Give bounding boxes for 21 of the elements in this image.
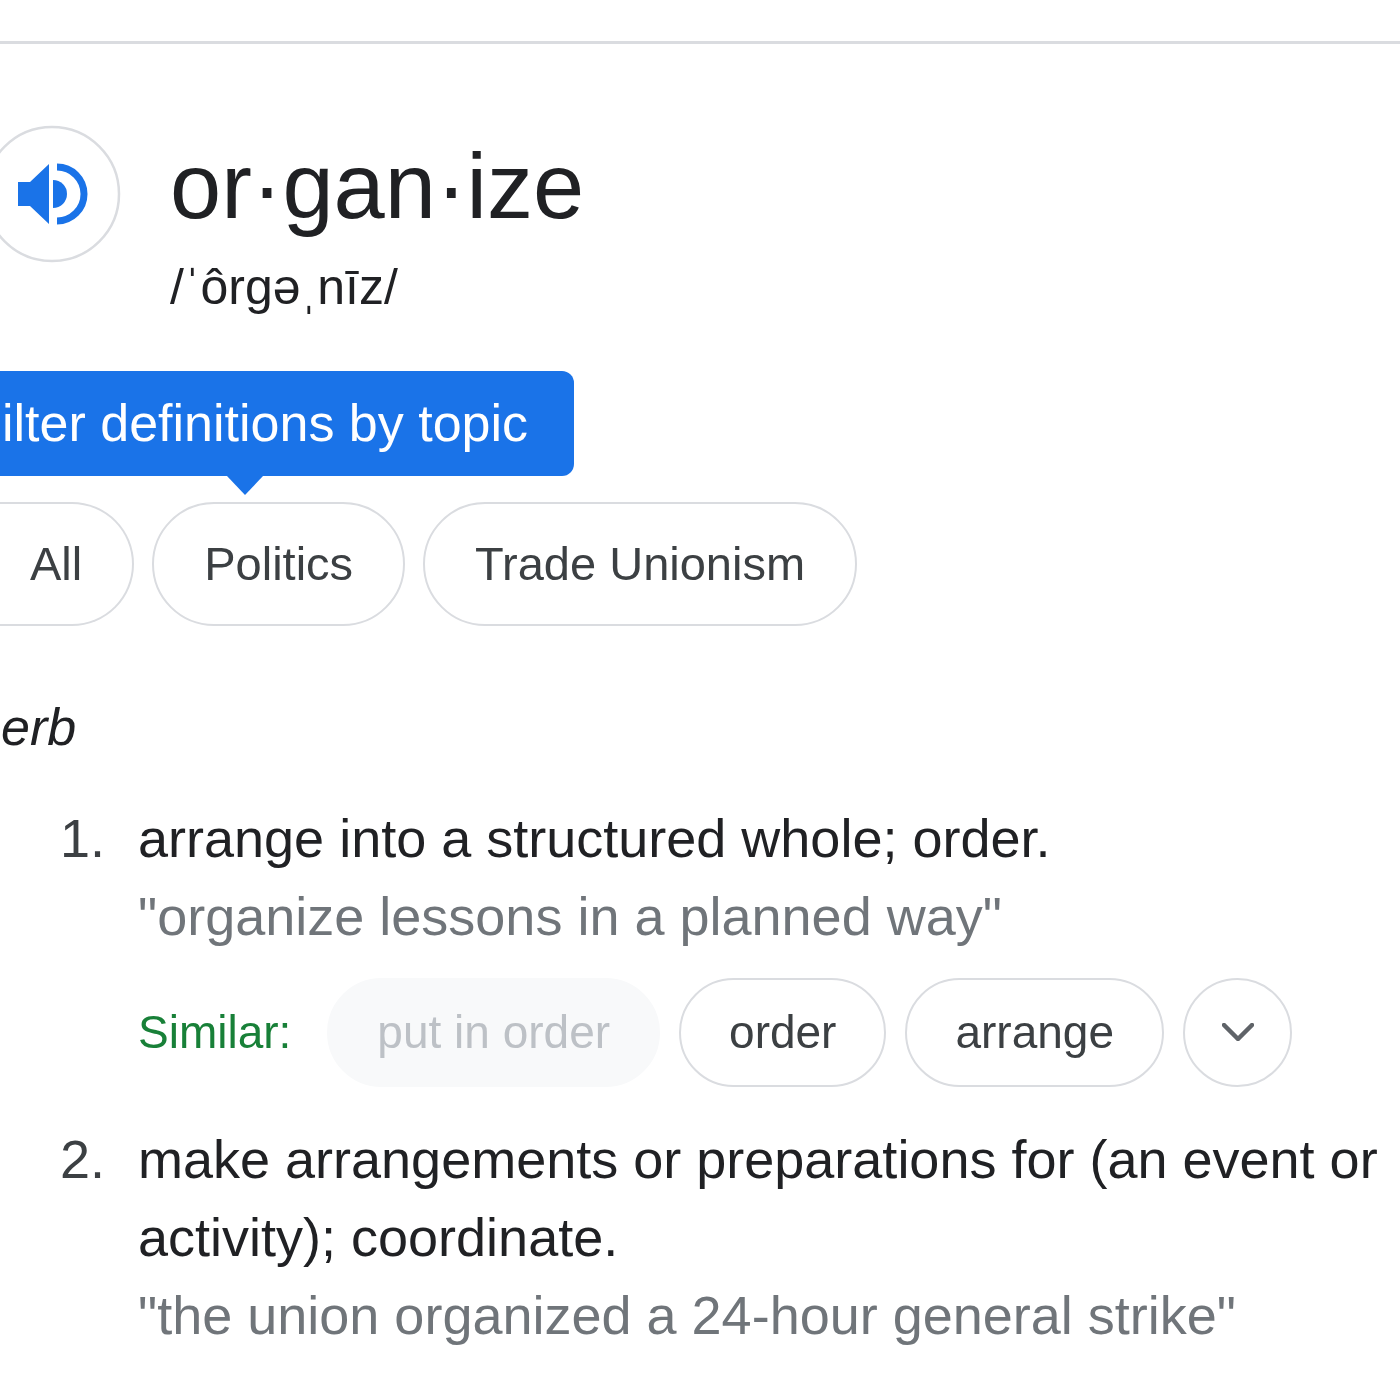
definition-number: 1. [59,806,107,870]
definition-text: make arrangements or preparations for (an event or activity); coordinate. [138,1127,1379,1269]
speaker-button[interactable] [0,125,121,263]
example-sentence: "the union organized a 24-hour general strike" [138,1283,1237,1347]
headword: or·gan·ize [170,134,585,239]
tooltip-pointer-icon [227,475,263,495]
topic-chip[interactable]: All [0,501,135,626]
pronunciation-text: /ˈôrgəˌnīz/ [170,258,398,317]
synonym-chip[interactable]: arrange [905,977,1164,1087]
synonym-chip[interactable]: order [679,977,887,1087]
definition-number: 2. [59,1127,107,1191]
topic-chip[interactable]: Trade Unionism [423,501,858,626]
speaker-icon [18,163,88,225]
definition-text: arrange into a structured whole; order. [138,806,1051,870]
chevron-down-icon [1221,1023,1254,1042]
filter-tooltip: ilter definitions by topic [0,370,575,476]
topic-chip[interactable]: Politics [152,501,406,626]
part-of-speech: erb [0,696,78,758]
example-sentence: "organize lessons in a planned way" [138,884,1002,948]
synonym-chip: put in order [327,977,661,1087]
similar-label: Similar: [138,1005,292,1060]
